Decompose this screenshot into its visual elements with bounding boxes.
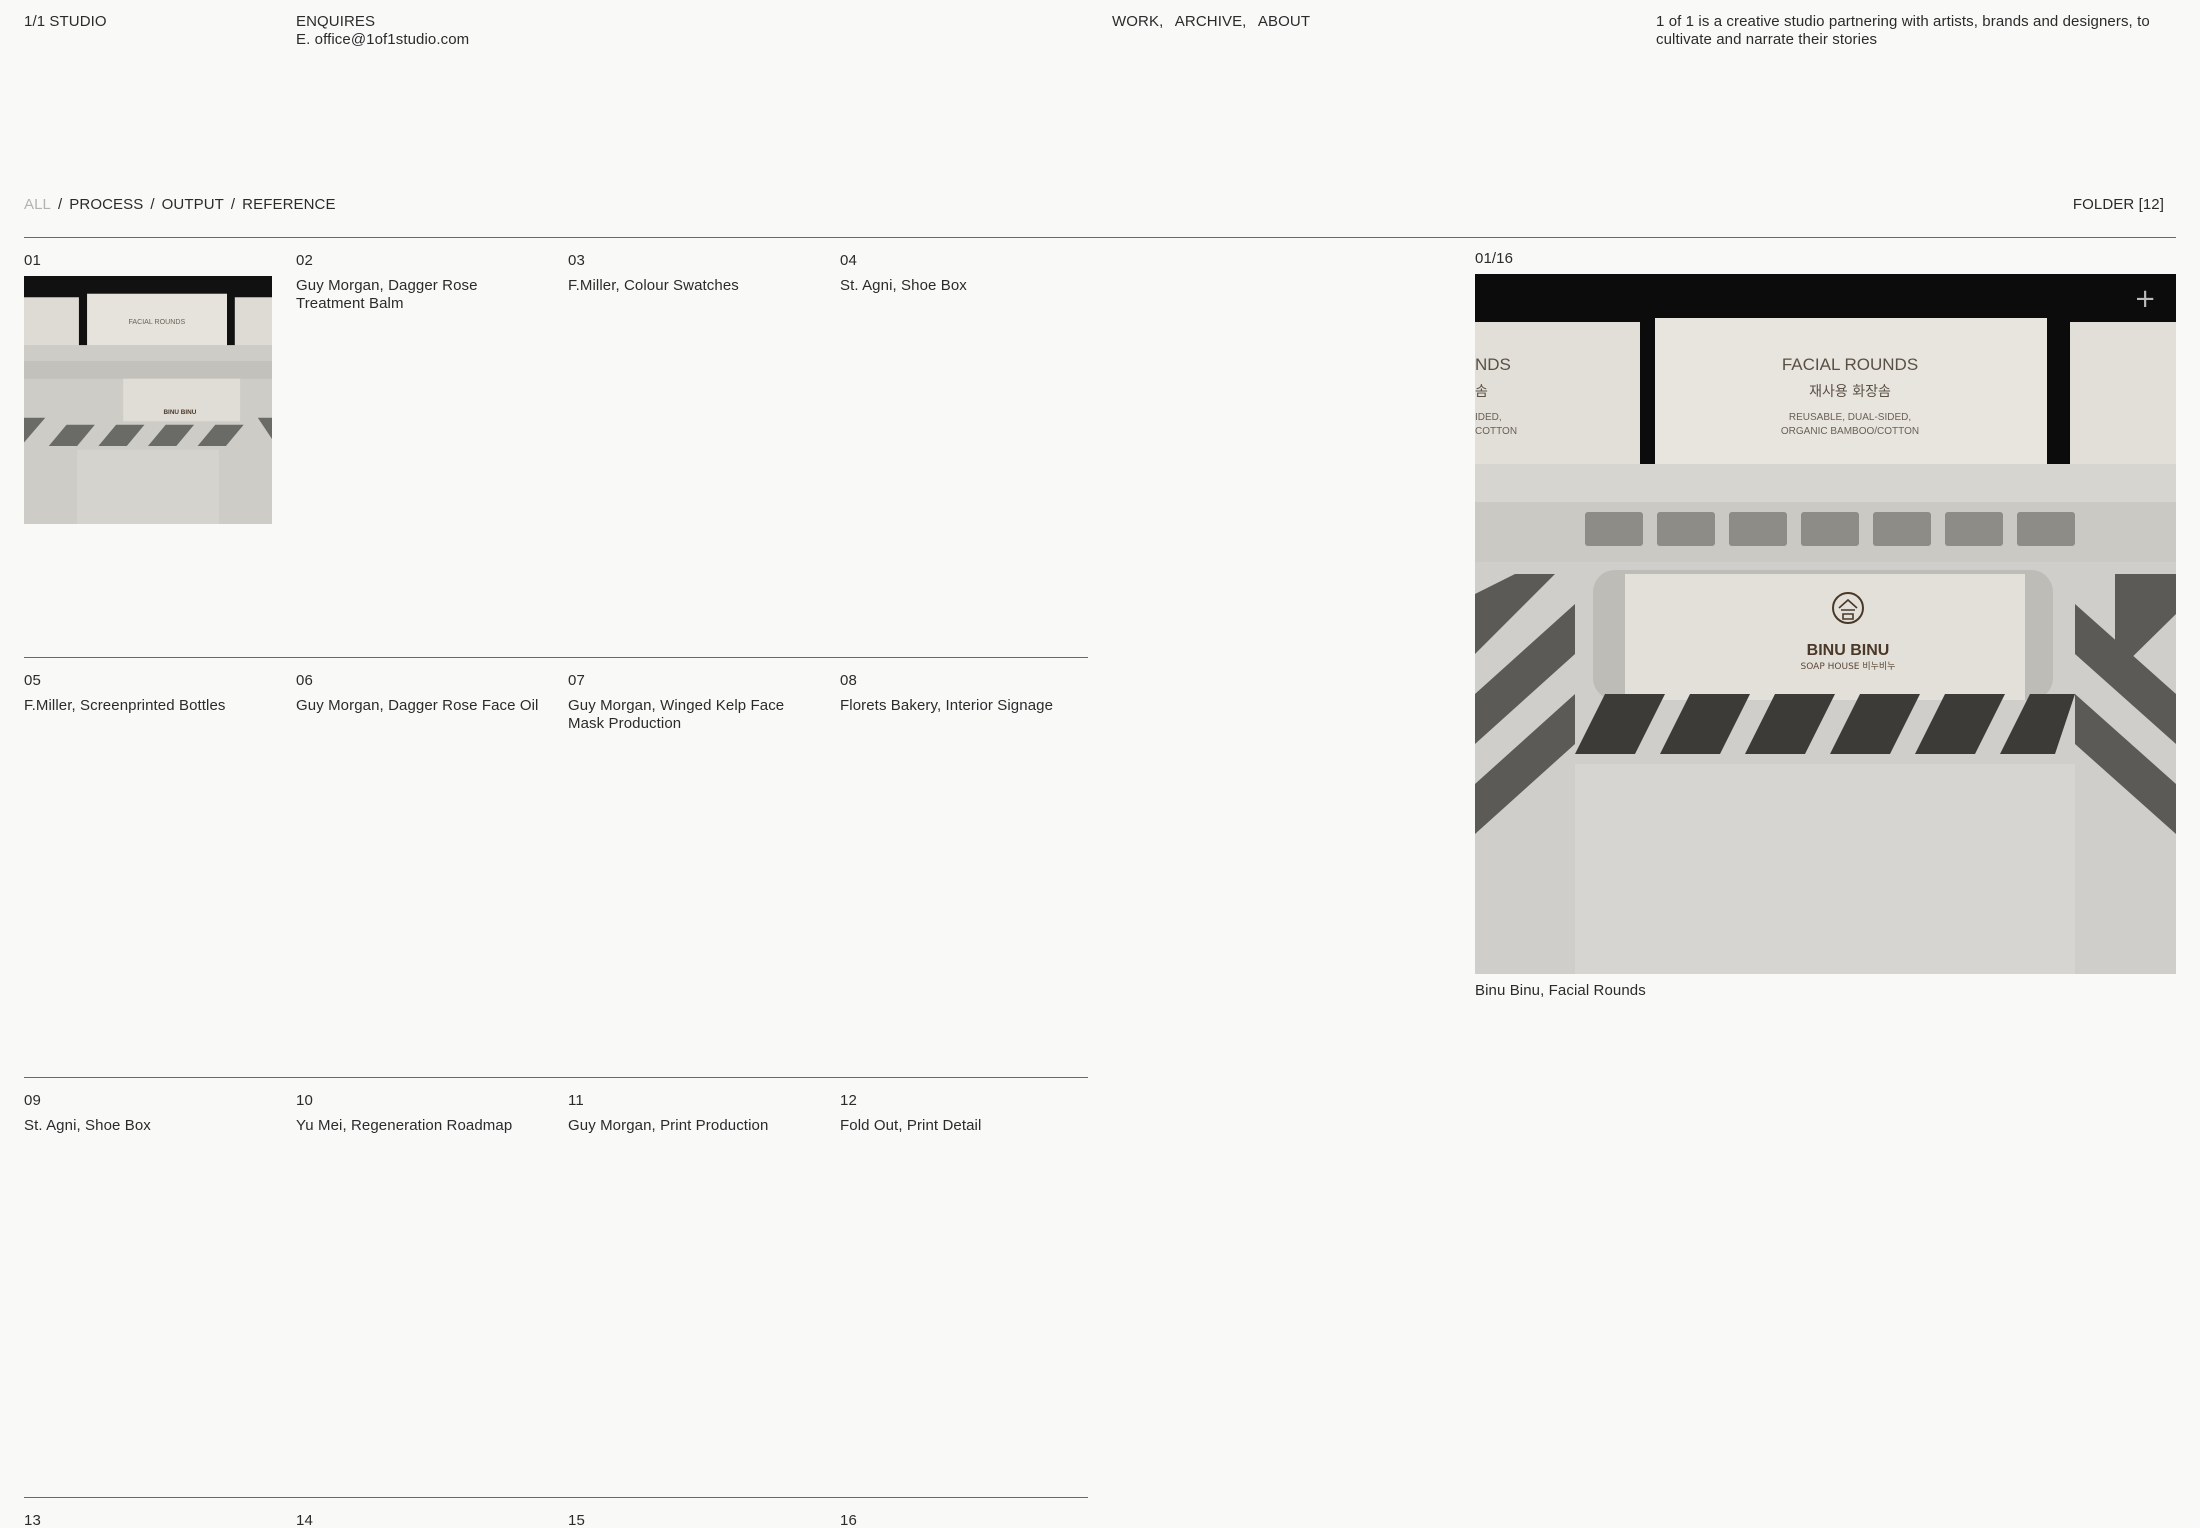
grid-item[interactable]: 13 bbox=[24, 1512, 274, 1528]
grid-item[interactable]: 15 bbox=[568, 1512, 818, 1528]
thumbnail-card-title: FACIAL ROUNDS bbox=[128, 318, 185, 326]
main-nav: WORK, ARCHIVE, ABOUT bbox=[1112, 13, 1318, 31]
item-number: 10 bbox=[296, 1092, 313, 1109]
item-number: 16 bbox=[840, 1512, 857, 1528]
card-left-sub-2: COTTON bbox=[1475, 426, 1517, 437]
item-number: 08 bbox=[840, 672, 857, 689]
grid-item[interactable]: 06 Guy Morgan, Dagger Rose Face Oil bbox=[296, 672, 546, 715]
item-title: Guy Morgan, Winged Kelp Face Mask Produc… bbox=[568, 697, 785, 732]
card-left-sub-1: IDED, bbox=[1475, 412, 1502, 423]
enquiries-block: ENQUIRES E. office@1of1studio.com bbox=[296, 13, 469, 49]
page: 1/1 STUDIO ENQUIRES E. office@1of1studio… bbox=[0, 0, 2200, 1528]
item-number: 04 bbox=[840, 252, 857, 269]
brand-logo[interactable]: 1/1 STUDIO bbox=[24, 13, 107, 31]
nav-work[interactable]: WORK, bbox=[1112, 13, 1163, 30]
card-subtitle-2: ORGANIC BAMBOO/COTTON bbox=[1781, 426, 1919, 437]
item-number: 01 bbox=[24, 252, 41, 269]
item-title: St. Agni, Shoe Box bbox=[24, 1117, 151, 1134]
studio-description: 1 of 1 is a creative studio partnering w… bbox=[1656, 13, 2150, 48]
item-title: Guy Morgan, Dagger Rose Treatment Balm bbox=[296, 277, 478, 312]
logo-subtext: SOAP HOUSE 비누비누 bbox=[1801, 661, 1896, 672]
item-number: 15 bbox=[568, 1512, 585, 1528]
logo-text: BINU BINU bbox=[1807, 642, 1890, 659]
item-title: Yu Mei, Regeneration Roadmap bbox=[296, 1117, 513, 1134]
thumbnail-logo-text: BINU BINU bbox=[163, 409, 196, 416]
item-title: Florets Bakery, Interior Signage bbox=[840, 697, 1054, 714]
thumbnail-image: FACIAL ROUNDS BINU BINU bbox=[24, 276, 272, 524]
item-number: 11 bbox=[568, 1092, 584, 1109]
item-title: F.Miller, Screenprinted Bottles bbox=[24, 697, 226, 714]
item-title: St. Agni, Shoe Box bbox=[840, 277, 967, 294]
divider-top bbox=[24, 237, 2176, 238]
item-thumbnail[interactable]: FACIAL ROUNDS BINU BINU bbox=[24, 276, 272, 524]
divider-row-4 bbox=[24, 1497, 1088, 1498]
grid-item[interactable]: 04 St. Agni, Shoe Box bbox=[840, 252, 1090, 295]
item-number: 06 bbox=[296, 672, 313, 689]
grid-item[interactable]: 09 St. Agni, Shoe Box bbox=[24, 1092, 274, 1135]
item-number: 13 bbox=[24, 1512, 41, 1528]
preview-counter: 01/16 bbox=[1475, 250, 1514, 267]
grid-item[interactable]: 11 Guy Morgan, Print Production bbox=[568, 1092, 818, 1135]
grid-item[interactable]: 16 bbox=[840, 1512, 1090, 1528]
item-number: 02 bbox=[296, 252, 313, 269]
email-link[interactable]: E. office@1of1studio.com bbox=[296, 31, 469, 49]
item-title: Guy Morgan, Dagger Rose Face Oil bbox=[296, 697, 539, 714]
filter-bar: ALL / PROCESS / OUTPUT / REFERENCE bbox=[24, 196, 336, 214]
grid-item[interactable]: 03 F.Miller, Colour Swatches bbox=[568, 252, 818, 295]
item-number: 07 bbox=[568, 672, 585, 689]
item-number: 05 bbox=[24, 672, 41, 689]
filter-output[interactable]: OUTPUT bbox=[162, 196, 224, 213]
filter-reference[interactable]: REFERENCE bbox=[242, 196, 335, 213]
nav-archive[interactable]: ARCHIVE, bbox=[1175, 13, 1247, 30]
grid-item[interactable]: 14 bbox=[296, 1512, 546, 1528]
nav-about[interactable]: ABOUT bbox=[1258, 13, 1310, 30]
card-korean: 재사용 화장솜 bbox=[1809, 384, 1891, 400]
item-number: 09 bbox=[24, 1092, 41, 1109]
grid-item[interactable]: 08 Florets Bakery, Interior Signage bbox=[840, 672, 1090, 715]
grid-item[interactable]: 10 Yu Mei, Regeneration Roadmap bbox=[296, 1092, 546, 1135]
grid-item[interactable]: 12 Fold Out, Print Detail bbox=[840, 1092, 1090, 1135]
grid-item[interactable]: 07 Guy Morgan, Winged Kelp Face Mask Pro… bbox=[568, 672, 818, 733]
enquiries-label: ENQUIRES bbox=[296, 13, 376, 30]
folder-count[interactable]: FOLDER [12] bbox=[2073, 196, 2164, 214]
filter-separator: / bbox=[230, 196, 236, 213]
card-left-title: NDS bbox=[1475, 355, 1511, 374]
filter-process[interactable]: PROCESS bbox=[69, 196, 143, 213]
item-number: 03 bbox=[568, 252, 585, 269]
preview-caption: Binu Binu, Facial Rounds bbox=[1475, 982, 1646, 999]
filter-separator: / bbox=[58, 196, 63, 213]
grid-item[interactable]: 05 F.Miller, Screenprinted Bottles bbox=[24, 672, 274, 715]
item-title: Guy Morgan, Print Production bbox=[568, 1117, 769, 1134]
filter-separator: / bbox=[150, 196, 155, 213]
preview-image[interactable]: FACIAL ROUNDS 재사용 화장솜 REUSABLE, DUAL-SID… bbox=[1475, 274, 2176, 974]
grid-item[interactable]: 01 bbox=[24, 252, 274, 277]
card-left-korean: 솜 bbox=[1475, 384, 1488, 400]
preview-photo: FACIAL ROUNDS 재사용 화장솜 REUSABLE, DUAL-SID… bbox=[1475, 274, 2176, 974]
item-title: Fold Out, Print Detail bbox=[840, 1117, 982, 1134]
divider-row-3 bbox=[24, 1077, 1088, 1078]
grid-item[interactable]: 02 Guy Morgan, Dagger Rose Treatment Bal… bbox=[296, 252, 546, 313]
filter-all[interactable]: ALL bbox=[24, 196, 51, 213]
item-number: 12 bbox=[840, 1092, 857, 1109]
item-title: F.Miller, Colour Swatches bbox=[568, 277, 739, 294]
expand-plus-icon[interactable]: + bbox=[2134, 286, 2156, 312]
card-subtitle-1: REUSABLE, DUAL-SIDED, bbox=[1789, 412, 1911, 423]
card-title: FACIAL ROUNDS bbox=[1782, 355, 1918, 374]
item-number: 14 bbox=[296, 1512, 313, 1528]
divider-row-2 bbox=[24, 657, 1088, 658]
